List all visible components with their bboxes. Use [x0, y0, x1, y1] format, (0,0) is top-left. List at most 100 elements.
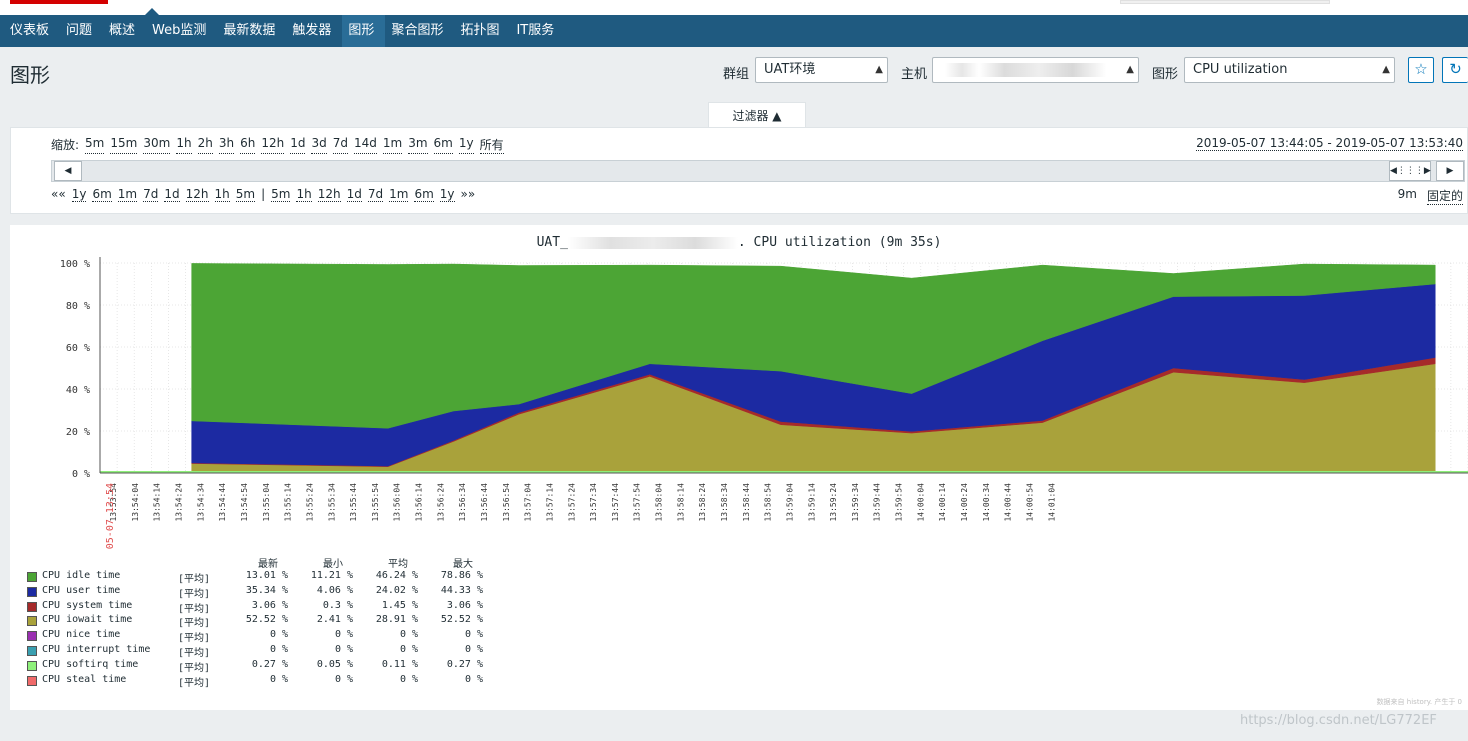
timeline-scrollbar[interactable]: ◀ ◀⋮⋮⋮▶ ▶ — [51, 160, 1465, 182]
date-range-link[interactable]: 2019-05-07 13:44:05 - 2019-05-07 13:53:4… — [1196, 136, 1463, 151]
zoom-option[interactable]: 1y — [458, 136, 474, 154]
period-length: 9m — [1397, 187, 1417, 201]
graph-select[interactable]: CPU utilization ▲ — [1184, 57, 1395, 83]
period-back-option[interactable]: 12h — [185, 187, 209, 202]
scroll-left-button[interactable]: ◀ — [54, 161, 82, 181]
period-forward-option[interactable]: 6m — [414, 187, 434, 202]
menu-item[interactable]: 概述 — [103, 15, 146, 47]
zoom-option[interactable]: 2h — [197, 136, 213, 154]
period-forward-option[interactable]: 1m — [389, 187, 409, 202]
zoom-option[interactable]: 1d — [290, 136, 306, 154]
graph-title: UAT_ . CPU utilization (9m 35s) — [10, 235, 1468, 250]
legend-value-min: 0.3 % — [322, 599, 353, 611]
scroll-right-button[interactable]: ▶ — [1436, 161, 1464, 181]
period-forward-option[interactable]: »» — [461, 187, 476, 202]
legend-column-header: 最大 — [453, 559, 473, 570]
global-search-input[interactable] — [1120, 0, 1330, 4]
x-tick-label: 13:55:34 — [327, 483, 336, 522]
zoom-option[interactable]: 6h — [240, 136, 256, 154]
main-menu: 仪表板 问题 概述 Web监测 最新数据 触发器 图形 聚合图形 拓扑图 IT服务 — [0, 15, 1468, 47]
zoom-option[interactable]: 12h — [261, 136, 285, 154]
filter-tab[interactable]: 过滤器 ▲ — [708, 102, 806, 128]
legend-value-avg: 0 % — [399, 673, 418, 685]
group-label: 群组 — [723, 67, 750, 82]
host-select[interactable]: ▲ — [932, 57, 1139, 83]
fixed-toggle[interactable]: 固定的 — [1426, 187, 1463, 205]
zoom-option[interactable]: 3d — [311, 136, 327, 154]
legend-function: [平均] — [178, 647, 211, 659]
legend-value-max: 44.33 % — [440, 584, 483, 596]
legend-value-min: 0 % — [334, 643, 353, 655]
zoom-option[interactable]: 6m — [433, 136, 453, 154]
period-forward-option[interactable]: 1y — [439, 187, 455, 202]
x-tick-label: 14:00:34 — [982, 483, 991, 522]
menu-item[interactable]: 拓扑图 — [454, 15, 510, 47]
add-to-favorites-button[interactable]: ☆ — [1408, 57, 1434, 83]
select-arrows-icon: ▲ — [875, 64, 883, 75]
menu-item[interactable]: Web监测 — [146, 15, 217, 47]
zoom-option[interactable]: 14d — [353, 136, 377, 154]
select-arrows-icon: ▲ — [1126, 64, 1134, 75]
period-back-option[interactable]: 7d — [143, 187, 159, 202]
menu-item[interactable]: 聚合图形 — [385, 15, 454, 47]
legend-value-min: 0 % — [334, 673, 353, 685]
y-tick-label: 100 % — [60, 259, 90, 270]
legend-value-last: 52.52 % — [245, 614, 288, 626]
legend-series-name: CPU idle time — [42, 570, 121, 581]
period-back-option[interactable]: 1m — [117, 187, 138, 202]
zoom-option[interactable]: 1m — [382, 136, 403, 154]
zoom-option[interactable]: 15m — [110, 136, 138, 154]
period-forward-option[interactable]: 7d — [367, 187, 384, 202]
legend-function: [平均] — [178, 603, 211, 615]
menu-item[interactable]: 触发器 — [286, 15, 342, 47]
zoom-option[interactable]: 3m — [408, 136, 428, 154]
zoom-option[interactable]: 30m — [143, 136, 171, 154]
x-tick-label: 14:00:54 — [1025, 483, 1034, 522]
timeline-handle[interactable]: ◀⋮⋮⋮▶ — [1389, 161, 1431, 181]
refresh-button[interactable]: ↻ — [1442, 57, 1468, 83]
group-select[interactable]: UAT环境 ▲ — [755, 57, 888, 83]
menu-item[interactable]: IT服务 — [510, 15, 565, 47]
zoom-option[interactable]: 所有 — [479, 136, 504, 154]
x-tick-label: 13:55:04 — [262, 483, 271, 522]
top-strip — [0, 0, 1468, 15]
period-forward-option[interactable]: 12h — [317, 187, 341, 202]
zabbix-logo[interactable] — [10, 0, 108, 4]
x-tick-label: 13:58:24 — [698, 483, 707, 522]
period-back-option[interactable]: 5m — [235, 187, 256, 202]
x-tick-label: 13:59:14 — [807, 483, 816, 522]
legend-swatch — [27, 631, 37, 642]
period-status: 9m 固定的 — [1398, 187, 1463, 205]
period-back-option[interactable]: «« — [51, 187, 66, 202]
x-tick-label: 13:57:14 — [545, 483, 554, 522]
menu-item[interactable]: 问题 — [60, 15, 103, 47]
period-back-option[interactable]: 1h — [214, 187, 230, 202]
zoom-option[interactable]: 1h — [176, 136, 192, 154]
y-tick-label: 20 % — [66, 427, 90, 438]
period-forward-option[interactable]: 1h — [296, 187, 312, 202]
x-tick-label: 13:55:54 — [371, 483, 380, 522]
x-tick-label: 13:59:24 — [829, 483, 838, 522]
x-tick-label: 13:59:54 — [895, 483, 904, 522]
graph-panel: 100 % 80 % 60 % 40 % 20 % 0 % 13:53:54 13:54:04… — [10, 225, 1468, 710]
zoom-option[interactable]: 7d — [332, 136, 348, 154]
x-tick-label: 13:57:04 — [524, 483, 533, 522]
period-back-option[interactable]: 1y — [71, 187, 87, 202]
menu-item[interactable]: 图形 — [342, 15, 386, 47]
period-forward-option[interactable]: 1d — [346, 187, 362, 202]
csdn-watermark: https://blog.csdn.net/LG772EF — [1240, 713, 1437, 728]
zoom-option[interactable]: 5m — [85, 136, 105, 154]
x-tick-label: 13:54:44 — [218, 483, 227, 522]
period-back-option[interactable]: 1d — [164, 187, 180, 202]
zoom-option[interactable]: 3h — [218, 136, 235, 154]
legend-value-min: 0 % — [334, 629, 353, 641]
x-tick-label: 13:57:54 — [633, 483, 642, 522]
graph-title-suffix: . CPU utilization (9m 35s) — [737, 235, 942, 250]
menu-item[interactable]: 最新数据 — [217, 15, 286, 47]
menu-item[interactable]: 仪表板 — [4, 15, 60, 47]
legend-value-min: 11.21 % — [310, 570, 353, 581]
x-tick-label: 14:00:04 — [916, 483, 925, 522]
period-back-option[interactable]: 6m — [92, 187, 112, 202]
period-forward-option[interactable]: 5m — [271, 187, 291, 202]
x-tick-label: 13:58:34 — [720, 483, 729, 522]
